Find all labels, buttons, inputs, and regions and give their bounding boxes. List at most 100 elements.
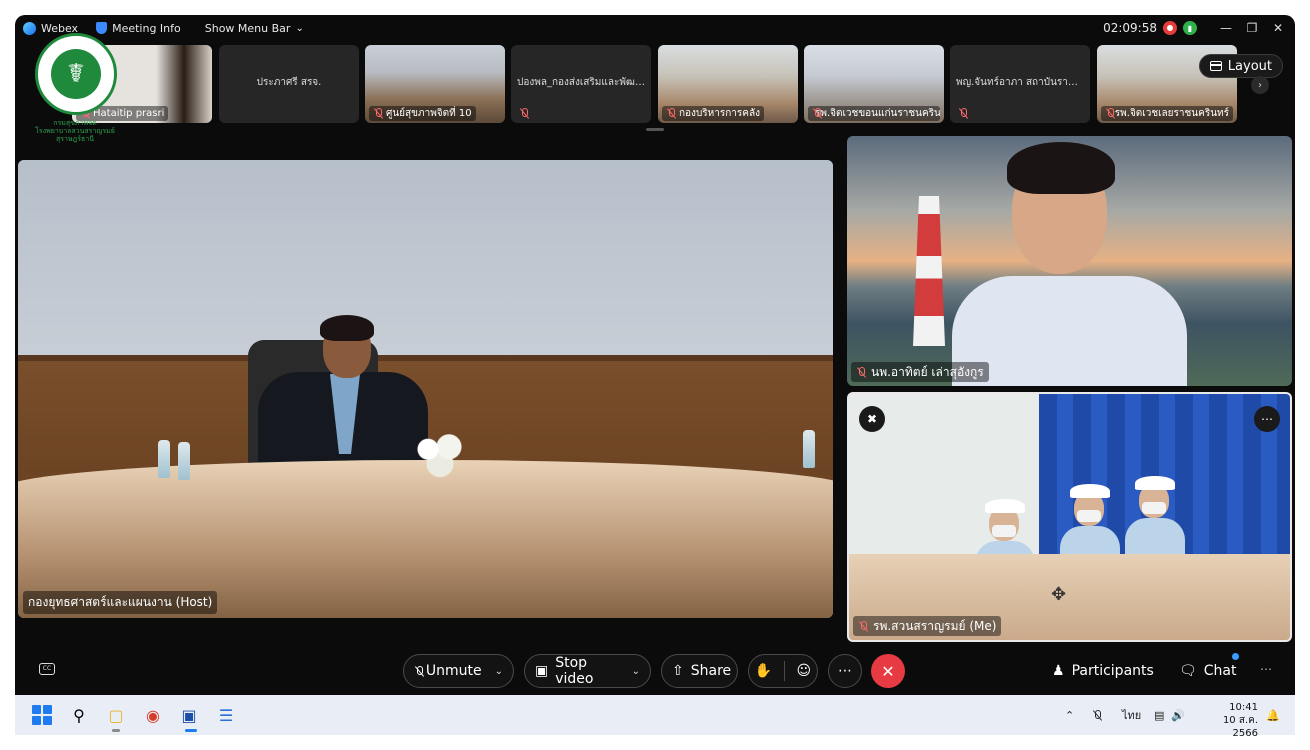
participants-icon: ♟ <box>1052 663 1065 679</box>
video-name: นพ.อาทิตย์ เล่าสุอังกูร <box>871 364 984 379</box>
logo-caption-line: กรมสุขภาพจิต <box>53 119 97 127</box>
title-bar: Webex Meeting Info Show Menu Bar ⌄ 02:09… <box>15 15 1295 41</box>
reactions-group: ✋ ☺ <box>748 654 818 688</box>
chat-notification-badge <box>1232 653 1239 660</box>
chat-button[interactable]: 🗨 Chat <box>1179 654 1237 688</box>
thumbnail-name: พญ.จันทร์อาภา สถาบันราชา... <box>956 77 1090 88</box>
chevron-right-icon: › <box>1258 79 1262 91</box>
reactions-icon[interactable]: ☺ <box>797 663 812 679</box>
thumbnail-label <box>515 106 533 121</box>
thumbnail-name: ปองพล_กองส่งเสริมและพัฒน... <box>517 77 651 88</box>
close-icon[interactable]: ✕ <box>1265 21 1291 35</box>
clock[interactable]: 10:41 10 ส.ค. 2566 <box>1198 701 1258 740</box>
thumbnail-2[interactable]: ศูนย์สุขภาพจิตที่ 10 <box>365 45 505 123</box>
layout-icon <box>1209 61 1222 71</box>
close-icon: ✕ <box>881 661 895 681</box>
logo-caption: กรมสุขภาพจิต โรงพยาบาลสวนสราญรมย์ สุราษฎ… <box>25 119 125 143</box>
volume-icon[interactable]: 🔊 <box>1171 695 1185 735</box>
stop-video-button[interactable]: ▣ Stop video ⌄ <box>524 654 651 688</box>
chat-icon: 🗨 <box>1179 663 1197 679</box>
meeting-info-button[interactable]: Meeting Info <box>96 22 181 35</box>
participant-strip: Hataitip prasri ประภาศรี สรจ. ศูนย์สุขภา… <box>15 45 1295 125</box>
closed-captions-icon[interactable]: CC <box>39 663 55 675</box>
network-icon[interactable]: ▤ <box>1154 695 1164 735</box>
thumbnail-5[interactable]: รพ.จิตเวชขอนแก่นราชนครินทร์ <box>804 45 944 123</box>
mic-muted-icon <box>1105 108 1114 119</box>
layout-button[interactable]: Layout <box>1198 54 1283 78</box>
restore-icon[interactable]: ❐ <box>1239 21 1265 35</box>
pin-icon[interactable]: ✖ <box>859 406 885 432</box>
thumbnail-name: กองบริหารการคลัง <box>679 108 760 119</box>
camera-icon: ▣ <box>535 663 549 679</box>
main-video-tile[interactable]: กองยุทธศาสตร์และแผนงาน (Host) <box>18 160 833 618</box>
caduceus-icon: ☤ <box>51 49 101 99</box>
show-menu-bar-label: Show Menu Bar <box>204 21 291 35</box>
clock-time: 10:41 <box>1229 702 1258 713</box>
thumbnail-label: ศูนย์สุขภาพจิตที่ 10 <box>369 106 476 121</box>
mic-muted-icon <box>958 108 968 119</box>
clock-date: 10 ส.ค. 2566 <box>1222 715 1258 739</box>
thumbnail-1[interactable]: ประภาศรี สรจ. <box>219 45 359 123</box>
move-cursor-icon: ✥ <box>1051 584 1067 605</box>
more-button[interactable]: ⋯ <box>828 654 862 688</box>
more-options-icon[interactable]: ⋯ <box>1254 406 1280 432</box>
minimize-icon[interactable]: — <box>1213 21 1239 35</box>
thumbnail-3[interactable]: ปองพล_กองส่งเสริมและพัฒน... <box>511 45 651 123</box>
meeting-info-label: Meeting Info <box>112 21 181 35</box>
file-explorer-icon[interactable]: ▢ <box>105 704 127 726</box>
webex-taskbar-icon[interactable]: ▣ <box>178 704 200 726</box>
thumbnail-name: รพ.จิตเวชขอนแก่นราชนครินทร์ <box>815 108 940 119</box>
chevron-down-icon: ⌄ <box>295 22 304 34</box>
chevron-down-icon: ⌄ <box>494 665 503 677</box>
strip-next-button[interactable]: › <box>1251 76 1269 94</box>
self-video-tile[interactable]: ✖ ⋯ ✥ รพ.สวนสราญรมย์ (Me) <box>847 392 1292 642</box>
video-name: รพ.สวนสราญรมย์ (Me) <box>873 618 997 633</box>
stop-video-label: Stop video <box>555 655 594 687</box>
thumbnail-label: รพ.จิตเวชขอนแก่นราชนครินทร์ <box>808 106 940 121</box>
more-icon: ⋯ <box>838 663 852 679</box>
overflow-icon[interactable]: ⋯ <box>1260 662 1272 676</box>
webex-window: Webex Meeting Info Show Menu Bar ⌄ 02:09… <box>15 15 1295 695</box>
mic-muted-icon <box>856 366 866 378</box>
language-indicator[interactable]: ไทย <box>1122 695 1141 735</box>
thumbnail-6[interactable]: พญ.จันทร์อาภา สถาบันราชา... <box>950 45 1090 123</box>
unmute-label: Unmute <box>425 663 482 679</box>
mic-muted-icon <box>666 108 676 119</box>
share-label: Share <box>690 663 732 679</box>
start-icon[interactable] <box>32 705 52 725</box>
chevron-down-icon: ⌄ <box>631 665 640 677</box>
windows-taskbar: ⚲ ▢ ◉ ▣ ☰ ⌃ ไทย ▤ 🔊 10:41 10 ส.ค. 2566 🔔 <box>15 695 1295 739</box>
layout-label: Layout <box>1227 58 1272 74</box>
search-icon[interactable]: ⚲ <box>68 704 90 726</box>
main-video-label: กองยุทธศาสตร์และแผนงาน (Host) <box>23 591 218 614</box>
control-bar: CC Unmute ⌄ ▣ Stop video ⌄ ⇧ Share ✋ ☺ ⋯… <box>15 649 1295 693</box>
leave-meeting-button[interactable]: ✕ <box>871 654 905 688</box>
thumbnail-4[interactable]: กองบริหารการคลัง <box>658 45 798 123</box>
microphone-muted-tray-icon[interactable] <box>1092 695 1102 735</box>
video-label: นพ.อาทิตย์ เล่าสุอังกูร <box>851 362 989 382</box>
raise-hand-icon[interactable]: ✋ <box>755 663 772 679</box>
mic-muted-icon <box>373 108 383 119</box>
video-tile-1[interactable]: นพ.อาทิตย์ เล่าสุอังกูร <box>847 136 1292 386</box>
thumbnail-label: กองบริหารการคลัง <box>662 106 764 121</box>
webex-logo-icon <box>23 21 36 35</box>
notifications-icon[interactable]: 🔔 <box>1266 695 1280 735</box>
recording-icon[interactable] <box>1163 21 1177 35</box>
show-menu-bar-button[interactable]: Show Menu Bar ⌄ <box>205 22 304 35</box>
thumbnail-name: ศูนย์สุขภาพจิตที่ 10 <box>386 108 472 119</box>
thumbnail-label <box>954 106 972 121</box>
thumbnail-name: ประภาศรี สรจ. <box>256 77 322 88</box>
strip-resize-handle[interactable] <box>646 128 664 131</box>
chrome-icon[interactable]: ◉ <box>142 704 164 726</box>
mic-muted-icon <box>519 108 529 119</box>
participants-label: Participants <box>1071 663 1154 679</box>
notepad-icon[interactable]: ☰ <box>215 704 237 726</box>
network-health-icon[interactable]: ▮ <box>1183 21 1197 35</box>
mic-muted-icon <box>858 620 868 632</box>
thumbnail-name: Hataitip prasri <box>93 108 165 119</box>
share-button[interactable]: ⇧ Share <box>661 654 738 688</box>
show-hidden-icons[interactable]: ⌃ <box>1065 695 1074 735</box>
participants-button[interactable]: ♟ Participants <box>1052 654 1154 688</box>
unmute-button[interactable]: Unmute ⌄ <box>403 654 514 688</box>
meeting-timer: 02:09:58 <box>1103 21 1157 35</box>
